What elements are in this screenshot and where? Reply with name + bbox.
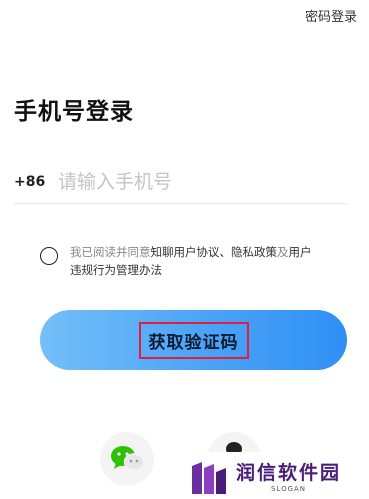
wechat-login-button[interactable] [100,432,154,486]
user-agreement-link[interactable]: 知聊用户协议、隐私政策 [151,245,278,259]
get-code-label: 获取验证码 [138,321,249,359]
phone-input[interactable] [58,170,347,193]
password-login-link[interactable]: 密码登录 [305,6,357,25]
violation-policy-link-part1[interactable]: 用户 [289,245,312,259]
watermark-logo [192,461,226,494]
watermark-slogan: SLOGAN [270,485,307,493]
agreement-joiner: 及 [277,245,289,259]
phone-input-row: +86 [14,160,347,204]
watermark: 润信软件园 SLOGAN [186,452,369,499]
agreement-radio[interactable] [40,247,58,265]
wechat-icon [111,446,144,471]
agreement-text: 我已阅读并同意知聊用户协议、隐私政策及用户违规行为管理办法 [70,243,312,279]
get-code-button[interactable]: 获取验证码 [40,310,347,370]
watermark-title: 润信软件园 [236,462,342,484]
agreement-row: 我已阅读并同意知聊用户协议、隐私政策及用户违规行为管理办法 [40,243,340,279]
agreement-prefix: 我已阅读并同意 [70,245,151,259]
country-code[interactable]: +86 [14,174,58,190]
page-title: 手机号登录 [14,99,134,125]
violation-policy-link-part2[interactable]: 违规行为管理办法 [70,263,162,277]
